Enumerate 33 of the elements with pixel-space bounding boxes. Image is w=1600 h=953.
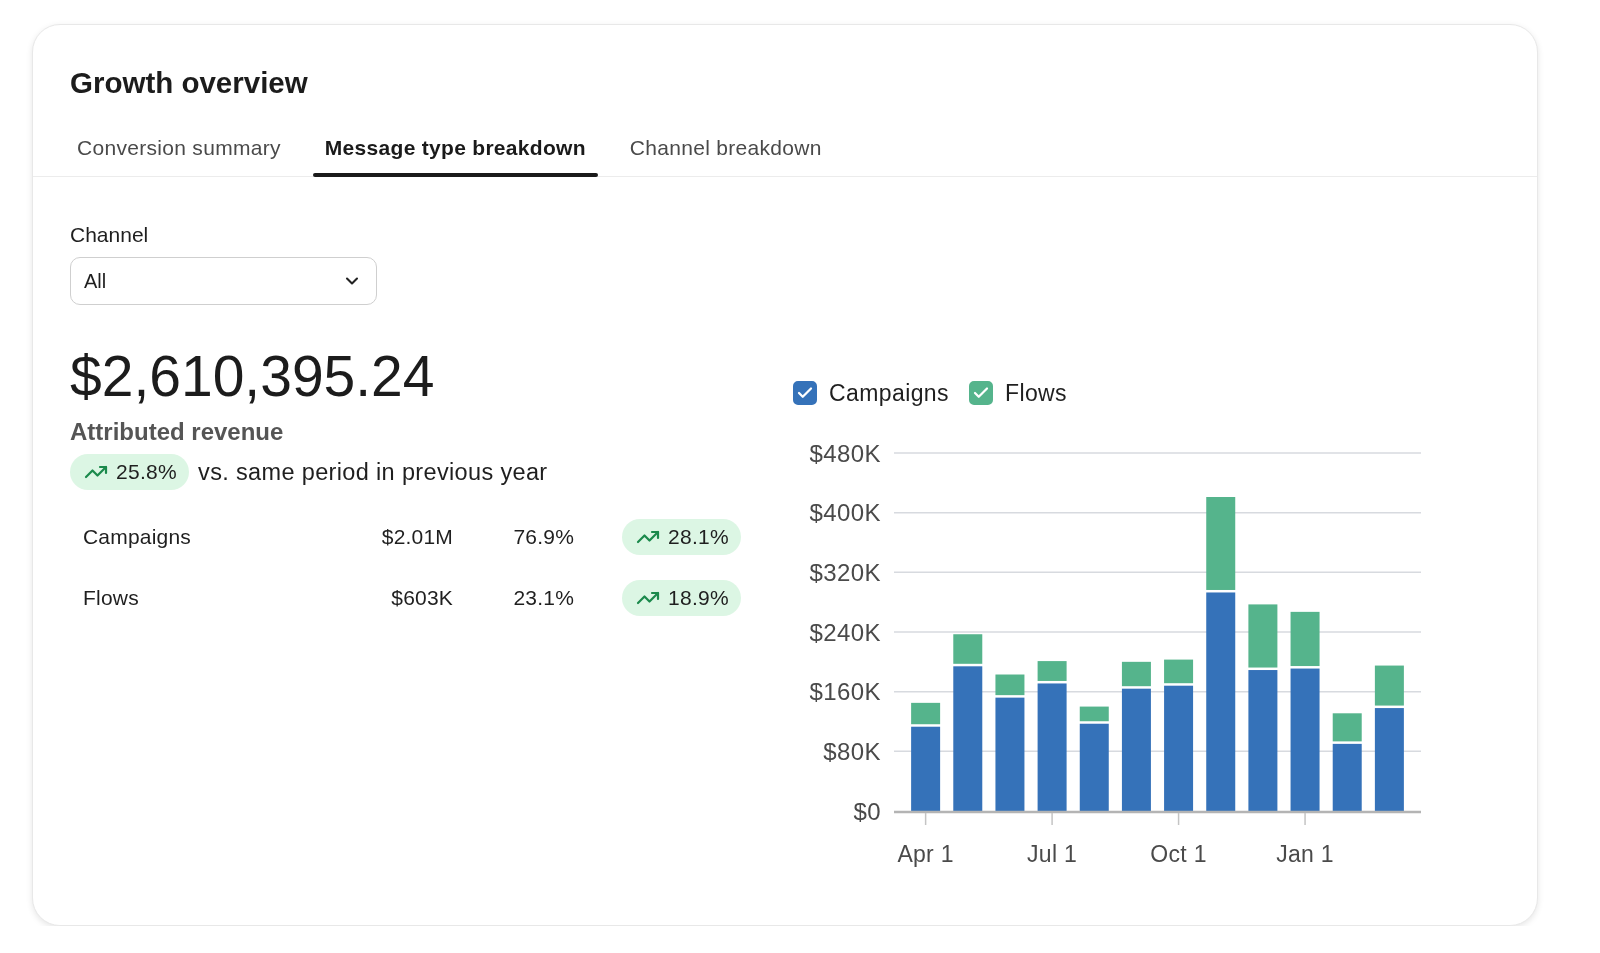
breakdown-share: 76.9%	[513, 524, 574, 549]
tab[interactable]: Channel breakdown	[617, 120, 834, 176]
card-title: Growth overview	[70, 65, 308, 101]
y-axis-label: $320K	[809, 558, 881, 586]
tab[interactable]: Message type breakdown	[312, 120, 598, 176]
field-label: Channel	[70, 223, 149, 247]
breakdown-name: Flows	[83, 585, 139, 610]
y-axis-label: $0	[853, 797, 881, 825]
legend-label: Campaigns	[829, 379, 949, 407]
change-value: 28.1%	[667, 524, 729, 549]
legend-checkbox[interactable]	[968, 381, 993, 405]
breakdown-name: Campaigns	[83, 524, 192, 549]
breakdown-share: 23.1%	[513, 585, 574, 610]
y-axis-label: $80K	[823, 737, 881, 765]
x-axis-label: Oct 1	[1150, 841, 1207, 867]
change-value: 18.9%	[667, 585, 729, 610]
legend-label: Flows	[1004, 379, 1067, 407]
legend-checkbox[interactable]	[793, 381, 817, 405]
x-axis-label: Jul 1	[1027, 841, 1078, 867]
comparison-text: vs. same period in previous year	[198, 458, 548, 486]
breakdown-revenue: $2.01M	[381, 524, 453, 549]
x-axis-label: Jan 1	[1276, 841, 1334, 867]
tab[interactable]: Conversion summary	[65, 120, 293, 176]
x-axis-label: Apr 1	[897, 841, 954, 867]
y-axis-label: $240K	[809, 618, 881, 646]
channel-select[interactable]: All	[70, 257, 377, 305]
breakdown-revenue: $603K	[391, 585, 453, 610]
revenue-caption: Attributed revenue	[70, 418, 284, 446]
y-axis-label: $160K	[809, 678, 881, 706]
change-value: 25.8%	[116, 460, 178, 484]
y-axis-label: $480K	[809, 439, 881, 467]
total-revenue: $2,610,395.24	[70, 344, 435, 408]
y-axis-label: $400K	[809, 499, 881, 527]
